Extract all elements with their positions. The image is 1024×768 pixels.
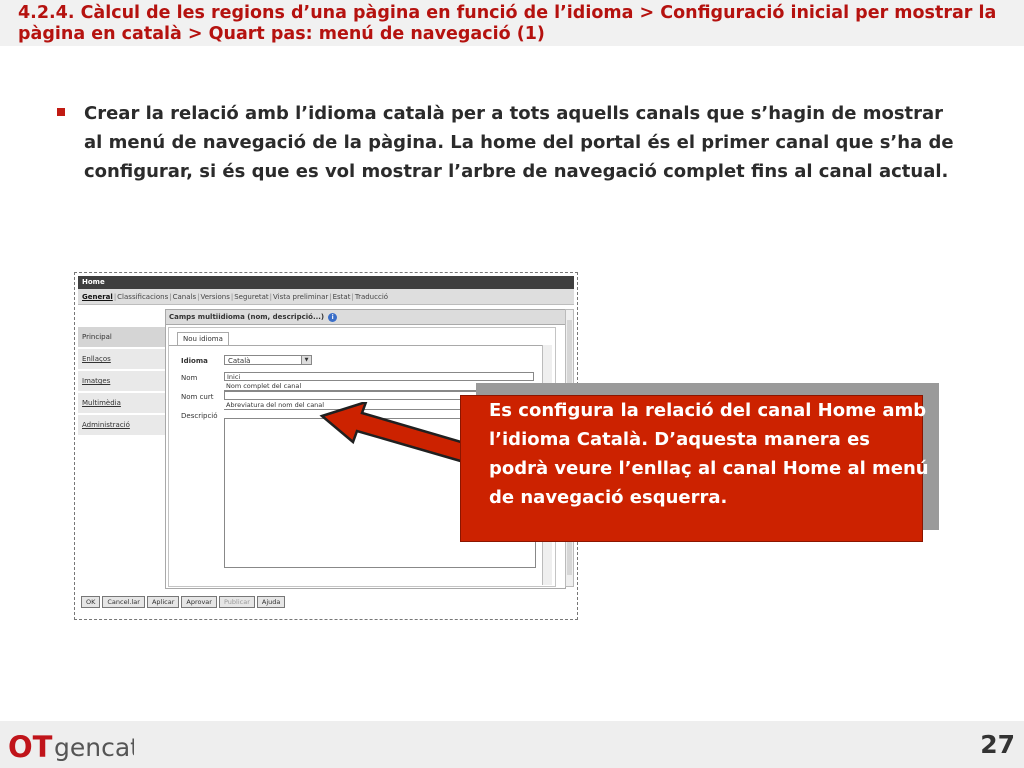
tab-canals[interactable]: Canals: [173, 293, 197, 301]
tab-nou-idioma[interactable]: Nou idioma: [177, 332, 229, 345]
slide-title: 4.2.4. Càlcul de les regions d’una pàgin…: [18, 3, 997, 44]
page-number: 27: [980, 730, 1015, 759]
svg-text:gencat: gencat: [54, 733, 134, 762]
ok-button[interactable]: OK: [81, 596, 101, 608]
apply-button[interactable]: Aplicar: [146, 596, 180, 608]
bullet-marker: [57, 108, 65, 116]
gencat-logo: OT gencat: [8, 730, 134, 764]
tab-seguretat[interactable]: Seguretat: [234, 293, 268, 301]
menu-item-imatges[interactable]: Imatges: [78, 371, 166, 392]
menu-item-enllacos[interactable]: Enllaços: [78, 349, 166, 370]
idioma-label: Idioma: [181, 357, 208, 365]
bullet-text: Crear la relació amb l’idioma català per…: [84, 103, 954, 182]
side-menu: Principal Enllaços Imatges Multimèdia Ad…: [78, 327, 166, 437]
nom-label: Nom: [181, 374, 198, 382]
cancel-button[interactable]: Cancel.lar: [102, 596, 145, 608]
button-row: OK Cancel.lar Aplicar Aprovar Publicar Ajuda: [81, 596, 287, 608]
chevron-down-icon: ▼: [301, 356, 311, 364]
pointer-arrow-icon: [319, 402, 470, 464]
approve-button[interactable]: Aprovar: [181, 596, 217, 608]
publish-button[interactable]: Publicar: [218, 596, 255, 608]
callout-text: Es configura la relació del canal Home a…: [489, 400, 929, 508]
tab-general[interactable]: General: [82, 293, 113, 301]
tab-estat[interactable]: Estat: [333, 293, 351, 301]
tab-classificacions[interactable]: Classificacions: [117, 293, 168, 301]
menu-item-principal[interactable]: Principal: [78, 327, 166, 348]
menu-item-administracio[interactable]: Administració: [78, 415, 166, 436]
panel-header: Camps multiidioma (nom, descripció...) i: [166, 310, 565, 325]
tab-traduccio[interactable]: Traducció: [355, 293, 388, 301]
menu-item-multimedia[interactable]: Multimèdia: [78, 393, 166, 414]
descripcio-label: Descripció: [181, 412, 218, 420]
panel-title: Camps multiidioma (nom, descripció...): [169, 313, 325, 321]
callout-box: Es configura la relació del canal Home a…: [460, 395, 929, 542]
window-title: Home: [78, 276, 574, 289]
idioma-selected-value: Català: [228, 357, 251, 365]
tabs-bar: General|Classificacions|Canals|Versions|…: [78, 289, 574, 305]
info-icon[interactable]: i: [328, 313, 338, 322]
idioma-select[interactable]: Català ▼: [224, 355, 312, 365]
tab-versions[interactable]: Versions: [200, 293, 229, 301]
nom-field[interactable]: Inici: [224, 372, 534, 381]
svg-text:OT: OT: [8, 730, 53, 764]
nom-curt-label: Nom curt: [181, 393, 214, 401]
tab-vista-preliminar[interactable]: Vista preliminar: [273, 293, 328, 301]
footer-band: [0, 721, 1024, 768]
help-button[interactable]: Ajuda: [256, 596, 286, 608]
